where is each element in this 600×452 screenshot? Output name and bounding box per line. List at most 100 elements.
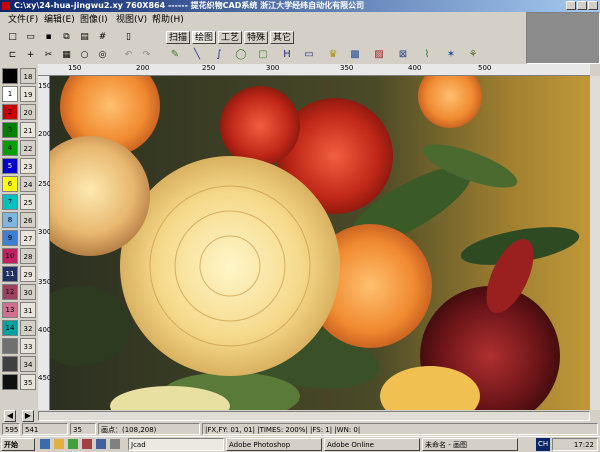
zoom-in-icon[interactable]: ◎ [96,49,109,62]
palette-index[interactable]: 24 [20,176,36,192]
tab-other[interactable]: 其它 [270,31,294,44]
palette-index[interactable]: 32 [20,320,36,336]
quicklaunch-desktop-icon[interactable] [96,439,106,449]
palette-index[interactable]: 31 [20,302,36,318]
task-photoshop[interactable]: Adobe Photoshop [226,438,322,451]
quicklaunch-media-icon[interactable] [82,439,92,449]
palette-index[interactable]: 23 [20,158,36,174]
brush-icon[interactable]: ⌇ [418,47,436,62]
tab-special[interactable]: 特殊 [244,31,268,44]
menu-image[interactable]: 图像(I) [80,14,108,26]
fill-icon[interactable]: ▨ [370,47,388,62]
crown-icon[interactable]: ♛ [324,47,342,62]
palette-index[interactable]: 22 [20,140,36,156]
maximize-button[interactable] [577,1,587,10]
scroll-left-icon[interactable]: ◀ [4,410,16,422]
stamp-icon[interactable]: ▭ [300,47,318,62]
grid-icon[interactable]: # [96,31,109,44]
h-tool-icon[interactable]: H [278,47,296,62]
palette-index[interactable]: 28 [20,248,36,264]
tab-draw[interactable]: 绘图 [192,31,216,44]
rectangle-icon[interactable]: ▢ [254,47,272,62]
palette-swatch[interactable]: 12 [2,284,18,300]
palette-swatch[interactable] [2,374,18,390]
palette-swatch[interactable]: 9 [2,230,18,246]
palette-swatch[interactable]: 4 [2,140,18,156]
task-jcad[interactable]: Jcad [128,438,224,451]
crop-icon[interactable]: ⊏ [6,49,19,62]
menu-view[interactable]: 视图(V) [116,14,147,26]
palette-swatch[interactable]: 5 [2,158,18,174]
palette-swatch[interactable]: 1 [2,86,18,102]
vertical-scrollbar[interactable] [590,76,600,410]
save-icon[interactable]: ▪ [42,31,55,44]
select-icon[interactable]: ⊠ [394,47,412,62]
document-icon[interactable]: ▯ [122,31,135,44]
eyedropper-icon[interactable]: ⚘ [464,47,482,62]
palette-swatch[interactable]: 10 [2,248,18,264]
zoom-out-icon[interactable]: ○ [78,49,91,62]
menu-edit[interactable]: 编辑(E) [44,14,75,26]
palette-swatch[interactable] [2,356,18,372]
scroll-right-icon[interactable]: ▶ [22,410,34,422]
start-button[interactable]: 开始 [1,438,35,451]
image-canvas[interactable] [50,76,590,410]
menu-bar: 文件(F) 编辑(E) 图像(I) 视图(V) 帮助(H) [0,12,526,28]
palette-swatch[interactable]: 2 [2,104,18,120]
task-adobe-online[interactable]: Adobe Online [324,438,420,451]
palette-swatch[interactable]: 11 [2,266,18,282]
redo-icon[interactable]: ↷ [140,49,153,62]
spray-icon[interactable]: ✶ [442,47,460,62]
palette-index[interactable]: 35 [20,374,36,390]
palette-index[interactable]: 27 [20,230,36,246]
ruler-label: 300 [266,64,280,72]
quicklaunch-folder-icon[interactable] [54,439,64,449]
palette-index[interactable]: 34 [20,356,36,372]
cut-icon[interactable]: ✂ [42,49,55,62]
paste-icon[interactable]: ▤ [78,31,91,44]
tab-scan[interactable]: 扫描 [166,31,190,44]
minimize-button[interactable] [566,1,576,10]
palette-swatch[interactable]: 14 [2,320,18,336]
pen-icon[interactable]: ✎ [166,47,184,62]
palette-index[interactable]: 21 [20,122,36,138]
menu-help[interactable]: 帮助(H) [152,14,184,26]
open-file-icon[interactable]: ▭ [24,31,37,44]
palette-swatch[interactable]: 8 [2,212,18,228]
new-file-icon[interactable]: □ [6,31,19,44]
quicklaunch-extra-icon[interactable] [110,439,120,449]
quicklaunch-app-icon[interactable] [68,439,78,449]
palette-tool-icon[interactable]: ▩ [346,47,364,62]
status-point: 画点：(108,208) [98,423,200,435]
palette-index[interactable]: 33 [20,338,36,354]
close-button[interactable] [588,1,598,10]
curve-icon[interactable]: ∫ [210,47,228,62]
palette-swatch[interactable]: 6 [2,176,18,192]
quicklaunch-ie-icon[interactable] [40,439,50,449]
palette-index[interactable]: 20 [20,104,36,120]
input-language-indicator[interactable]: CH [536,438,550,451]
palette-swatch[interactable]: 3 [2,122,18,138]
palette-index[interactable]: 25 [20,194,36,210]
line-icon[interactable]: ╲ [188,47,206,62]
ellipse-icon[interactable]: ◯ [232,47,250,62]
task-paint[interactable]: 未命名 - 画图 [422,438,518,451]
undo-icon[interactable]: ↶ [122,49,135,62]
horizontal-scrollbar[interactable] [38,411,590,421]
palette-swatch[interactable] [2,338,18,354]
palette-swatch[interactable] [2,68,18,84]
tab-craft[interactable]: 工艺 [218,31,242,44]
ruler-label: 350 [340,64,354,72]
print-icon[interactable]: ▦ [60,49,73,62]
move-icon[interactable]: + [24,49,37,62]
menu-file[interactable]: 文件(F) [8,14,38,26]
palette-index[interactable]: 19 [20,86,36,102]
palette-index[interactable]: 26 [20,212,36,228]
horizontal-scroll-area: ◀ ▶ [0,410,600,422]
palette-index[interactable]: 29 [20,266,36,282]
palette-index[interactable]: 30 [20,284,36,300]
palette-index[interactable]: 18 [20,68,36,84]
copy-icon[interactable]: ⧉ [60,31,73,44]
palette-swatch[interactable]: 7 [2,194,18,210]
palette-swatch[interactable]: 13 [2,302,18,318]
